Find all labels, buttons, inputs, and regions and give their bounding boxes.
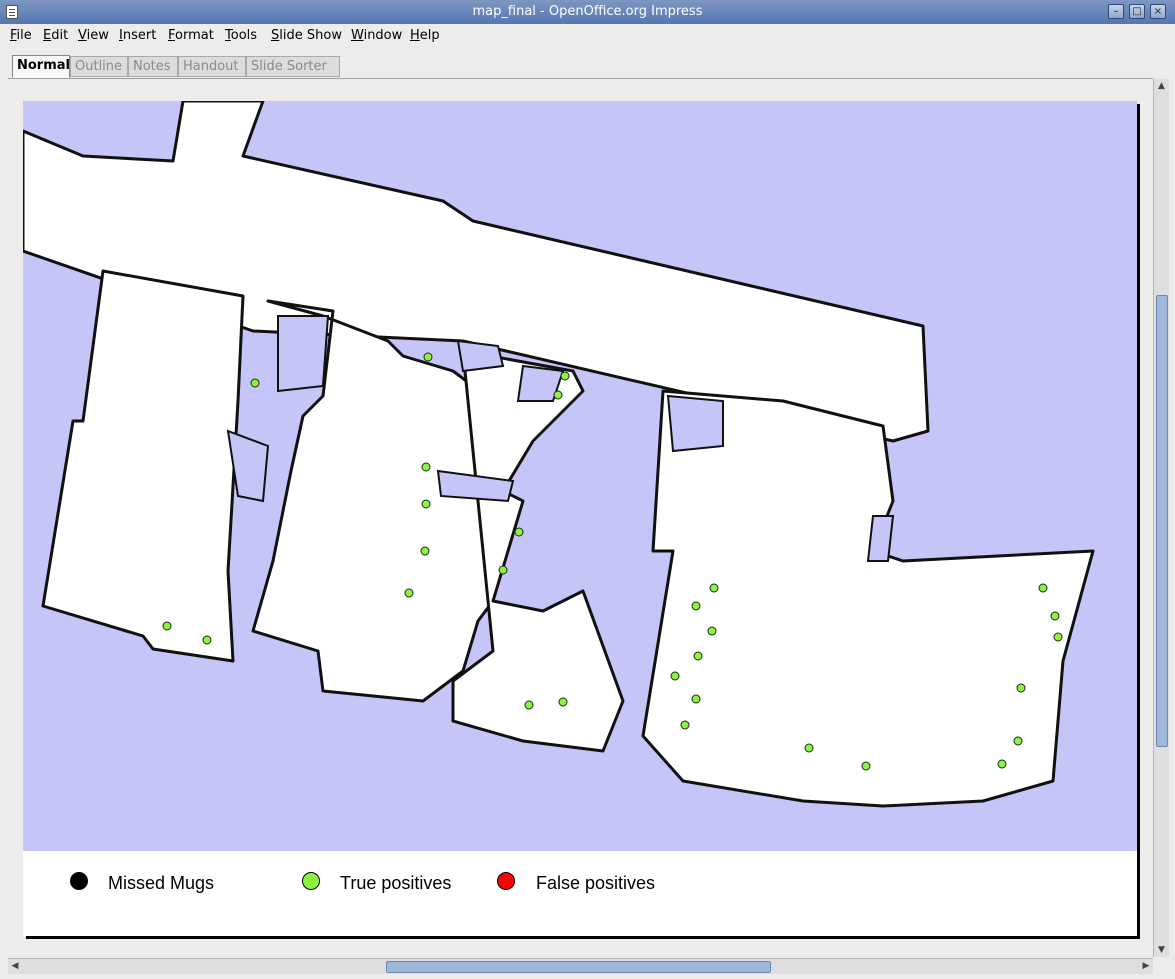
- false-positives-label: False positives: [536, 873, 656, 893]
- vertical-scrollbar[interactable]: ▲ ▼: [1153, 79, 1169, 957]
- close-button[interactable]: ×: [1150, 4, 1166, 19]
- menu-tools[interactable]: Tools: [225, 28, 257, 43]
- true-positive-markers: [162, 352, 1063, 771]
- tab-slide-sorter[interactable]: Slide Sorter: [246, 56, 340, 77]
- scroll-down-icon[interactable]: ▼: [1154, 943, 1169, 957]
- window-title: map_final - OpenOffice.org Impress: [472, 4, 703, 19]
- minimize-button[interactable]: –: [1108, 4, 1124, 19]
- missed-mugs-label: Missed Mugs: [108, 873, 215, 893]
- tab-handout[interactable]: Handout: [178, 56, 246, 77]
- menu-file[interactable]: File: [10, 28, 32, 43]
- menu-slide-show[interactable]: Slide Show: [271, 28, 342, 43]
- vertical-scroll-thumb[interactable]: [1156, 295, 1168, 747]
- scroll-up-icon[interactable]: ▲: [1154, 79, 1169, 93]
- occupancy-map-image: [23, 101, 1137, 851]
- legend: Missed Mugs True positives False positiv…: [23, 851, 1137, 936]
- false-positives-swatch: [497, 872, 515, 890]
- horizontal-scroll-thumb[interactable]: [386, 961, 771, 973]
- menu-edit[interactable]: Edit: [43, 28, 68, 43]
- tab-notes[interactable]: Notes: [128, 56, 178, 77]
- missed-mugs-swatch: [70, 872, 88, 890]
- true-positives-label: True positives: [340, 873, 452, 893]
- horizontal-scrollbar[interactable]: ◀ ▶: [8, 958, 1153, 974]
- menu-format[interactable]: Format: [168, 28, 214, 43]
- true-positives-swatch: [302, 872, 320, 890]
- window-titlebar: map_final - OpenOffice.org Impress – □ ×: [0, 0, 1175, 24]
- menu-view[interactable]: View: [78, 28, 109, 43]
- menu-insert[interactable]: Insert: [119, 28, 156, 43]
- menu-window[interactable]: Window: [351, 28, 402, 43]
- tab-outline[interactable]: Outline: [70, 56, 128, 77]
- maximize-button[interactable]: □: [1129, 4, 1145, 19]
- scroll-right-icon[interactable]: ▶: [1139, 959, 1153, 974]
- tab-normal[interactable]: Normal: [12, 55, 70, 78]
- scrollbar-corner: [1153, 958, 1169, 974]
- menu-bar: File Edit View Insert Format Tools Slide…: [0, 24, 1175, 50]
- scroll-left-icon[interactable]: ◀: [8, 959, 22, 974]
- menu-help[interactable]: Help: [410, 28, 440, 43]
